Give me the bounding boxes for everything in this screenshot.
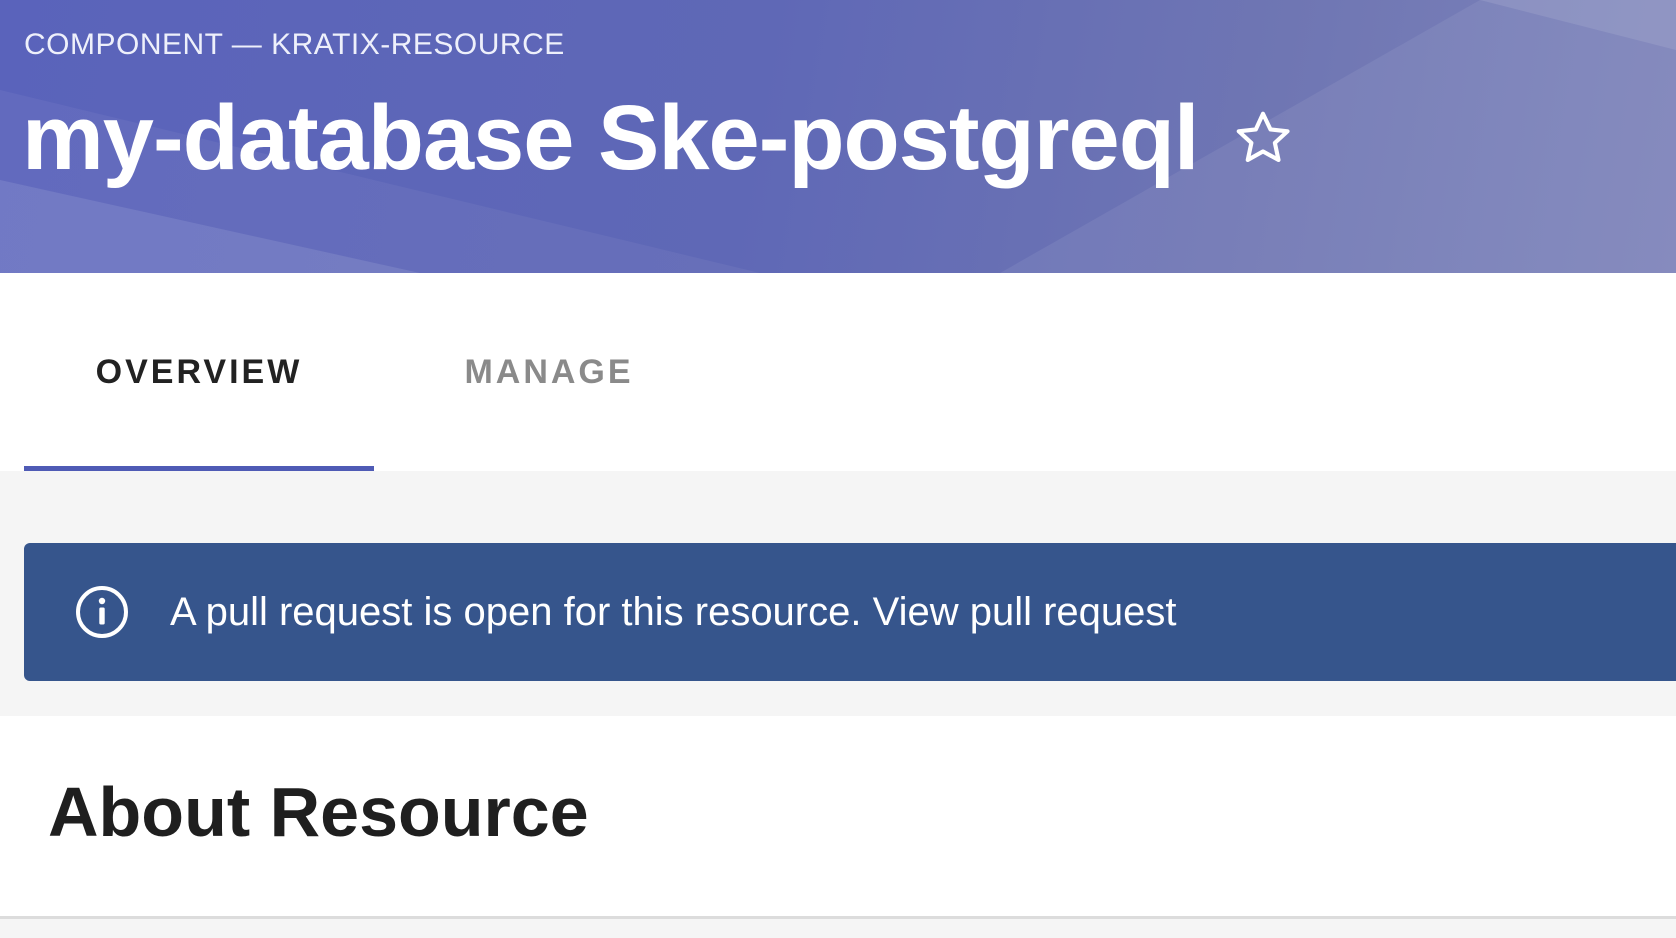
about-card: About Resource <box>0 716 1676 918</box>
tab-overview[interactable]: OVERVIEW <box>24 273 374 471</box>
entity-header: COMPONENT — KRATIX-RESOURCE my-database … <box>0 0 1676 273</box>
info-icon <box>74 584 130 640</box>
entity-kind-label: COMPONENT — KRATIX-RESOURCE <box>24 28 565 61</box>
star-icon[interactable] <box>1232 107 1294 169</box>
banner-text: A pull request is open for this resource… <box>170 590 1177 635</box>
pull-request-banner: A pull request is open for this resource… <box>24 543 1676 681</box>
tab-active-indicator <box>24 466 374 471</box>
view-pull-request-link[interactable]: View pull request <box>873 590 1177 634</box>
tab-manage[interactable]: MANAGE <box>374 273 724 471</box>
card-divider <box>0 916 1676 919</box>
about-title: About Resource <box>48 773 589 851</box>
banner-message: A pull request is open for this resource… <box>170 589 873 634</box>
tab-bar: OVERVIEW MANAGE <box>0 273 1676 471</box>
title-row: my-database Ske-postgreql <box>22 92 1294 184</box>
page-title: my-database Ske-postgreql <box>22 87 1199 189</box>
